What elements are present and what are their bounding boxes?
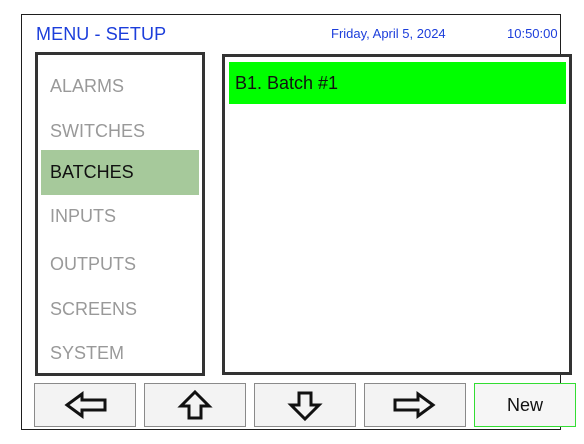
batch-list: B1. Batch #1	[222, 54, 572, 375]
right-arrow-button[interactable]	[364, 383, 466, 427]
arrow-left-icon	[64, 391, 107, 419]
arrow-right-icon	[393, 391, 436, 419]
menu-item-inputs[interactable]: INPUTS	[41, 194, 199, 239]
list-item-batch-1[interactable]: B1. Batch #1	[229, 62, 566, 104]
down-arrow-button[interactable]	[254, 383, 356, 427]
setup-menu: ALARMS SWITCHES BATCHES INPUTS OUTPUTS S…	[35, 52, 205, 376]
time-display: 10:50:00	[507, 26, 558, 41]
new-button[interactable]: New	[474, 383, 576, 427]
menu-item-alarms[interactable]: ALARMS	[41, 64, 199, 109]
up-arrow-button[interactable]	[144, 383, 246, 427]
menu-item-screens[interactable]: SCREENS	[41, 287, 199, 332]
arrow-up-icon	[177, 389, 213, 420]
page-title: MENU - SETUP	[36, 24, 167, 44]
date-display: Friday, April 5, 2024	[331, 26, 446, 41]
menu-item-batches[interactable]: BATCHES	[41, 150, 199, 195]
left-arrow-button[interactable]	[34, 383, 136, 427]
menu-item-switches[interactable]: SWITCHES	[41, 109, 199, 154]
menu-item-system[interactable]: SYSTEM	[41, 331, 199, 376]
menu-item-outputs[interactable]: OUTPUTS	[41, 242, 199, 287]
arrow-down-icon	[287, 391, 323, 422]
